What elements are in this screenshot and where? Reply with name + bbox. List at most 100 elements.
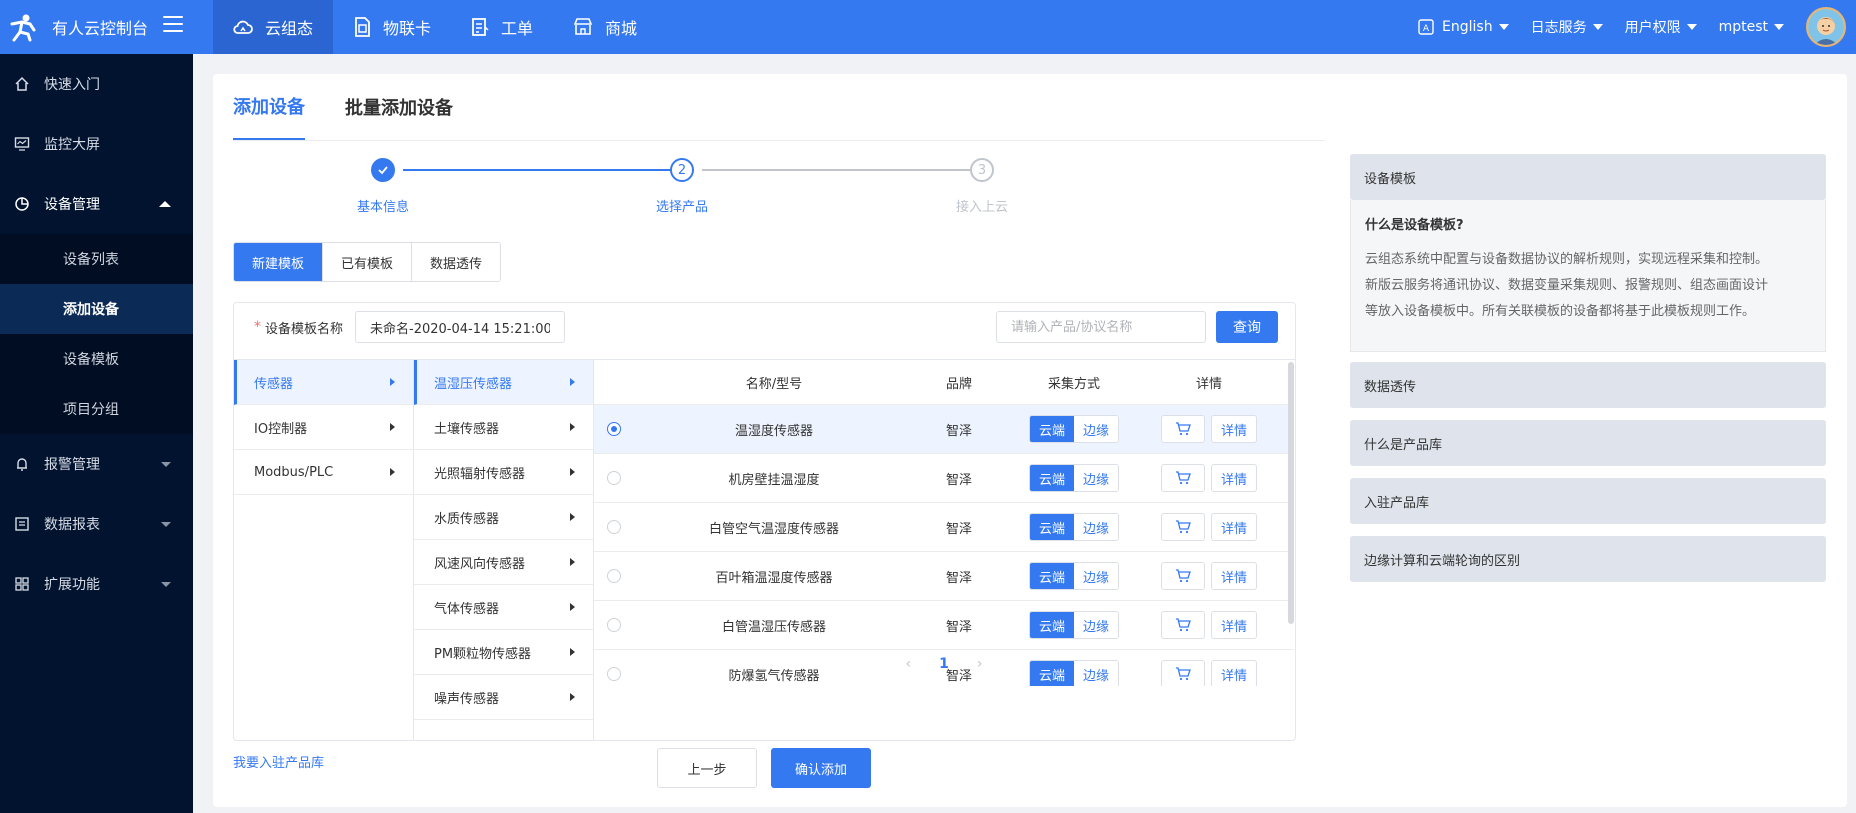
detail-button[interactable]: 详情 (1210, 415, 1257, 443)
sidebar-item-device-list[interactable]: 设备列表 (0, 234, 193, 284)
previous-step-button[interactable]: 上一步 (657, 748, 757, 788)
template-name-row: * 设备模板名称 (254, 311, 566, 343)
sidebar-item-quick-start[interactable]: 快速入门 (0, 54, 193, 114)
topnav-iot-card[interactable]: 物联卡 (333, 0, 451, 54)
subcategory-item[interactable]: 噪声传感器 (414, 675, 593, 720)
sidebar-item-project-group[interactable]: 项目分组 (0, 384, 193, 434)
table-row[interactable]: 温湿度传感器 智泽 云端 边缘 详情 (594, 405, 1294, 454)
help-paragraph: 云组态系统中配置与设备数据协议的解析规则，实现远程采集和控制。 (1365, 252, 1769, 267)
sidebar-item-device-management[interactable]: 设备管理 (0, 174, 193, 234)
tab-existing-template[interactable]: 已有模板 (323, 243, 413, 281)
help-panel: 设备模板 什么是设备模板? 云组态系统中配置与设备数据协议的解析规则，实现远程采… (1350, 154, 1826, 594)
category-item[interactable]: 传感器 (234, 360, 413, 405)
sidebar-item-device-template[interactable]: 设备模板 (0, 334, 193, 384)
step-1-label: 基本信息 (356, 200, 410, 215)
method-cloud-button[interactable]: 云端 (1029, 563, 1074, 589)
subcategory-item[interactable]: 气体传感器 (414, 585, 593, 630)
avatar-face-icon (1808, 9, 1844, 45)
detail-button[interactable]: 详情 (1210, 611, 1257, 639)
method-cloud-button[interactable]: 云端 (1029, 612, 1074, 638)
cart-button[interactable] (1160, 513, 1205, 541)
sidebar-item-data-report[interactable]: 数据报表 (0, 494, 193, 554)
cart-button[interactable] (1160, 415, 1205, 443)
subcategory-item[interactable]: 风速风向传感器 (414, 540, 593, 585)
sidebar-item-add-device[interactable]: 添加设备 (0, 284, 193, 334)
help-section-data-passthrough[interactable]: 数据透传 (1350, 362, 1826, 408)
category-list: 传感器 IO控制器 Modbus/PLC (234, 360, 414, 741)
page-number[interactable]: 1 (939, 656, 949, 672)
table-row[interactable]: 白管空气温湿度传感器 智泽 云端 边缘 详情 (594, 503, 1294, 552)
tab-new-template[interactable]: 新建模板 (234, 243, 324, 281)
caret-right-icon (570, 378, 575, 386)
product-search-input[interactable] (996, 311, 1206, 343)
log-service-menu[interactable]: 日志服务 (1531, 17, 1603, 37)
topnav-store[interactable]: 商城 (553, 0, 657, 54)
method-edge-button[interactable]: 边缘 (1074, 465, 1119, 491)
user-menu[interactable]: mptest (1719, 19, 1784, 35)
sidebar-item-label: 快速入门 (44, 77, 100, 93)
method-cloud-button[interactable]: 云端 (1029, 416, 1074, 442)
help-section-product-library[interactable]: 什么是产品库 (1350, 420, 1826, 466)
help-section-join-library[interactable]: 入驻产品库 (1350, 478, 1826, 524)
category-item[interactable]: Modbus/PLC (234, 450, 413, 495)
method-edge-button[interactable]: 边缘 (1074, 612, 1119, 638)
table-scrollbar[interactable] (1288, 360, 1294, 741)
cart-icon (1175, 520, 1191, 534)
category-label: Modbus/PLC (254, 464, 334, 480)
confirm-add-button[interactable]: 确认添加 (771, 748, 871, 788)
caret-right-icon (390, 378, 395, 386)
detail-button[interactable]: 详情 (1210, 562, 1257, 590)
row-radio[interactable] (607, 569, 621, 583)
topnav-work-order[interactable]: 工单 (451, 0, 553, 54)
subcategory-item[interactable]: PM颗粒物传感器 (414, 630, 593, 675)
sidebar-item-label: 数据报表 (44, 517, 100, 533)
detail-button[interactable]: 详情 (1210, 464, 1257, 492)
header-name: 名称/型号 (745, 376, 803, 392)
help-section-device-template[interactable]: 设备模板 (1350, 154, 1826, 200)
table-row[interactable]: 白管温湿压传感器 智泽 云端 边缘 详情 (594, 601, 1294, 650)
tab-data-passthrough[interactable]: 数据透传 (412, 243, 501, 281)
language-switch[interactable]: A English (1418, 19, 1509, 35)
method-edge-button[interactable]: 边缘 (1074, 563, 1119, 589)
chevron-down-icon (161, 462, 171, 467)
row-radio[interactable] (607, 520, 621, 534)
row-radio[interactable] (607, 422, 621, 436)
tab-add-device[interactable]: 添加设备 (233, 74, 305, 140)
sidebar-item-extensions[interactable]: 扩展功能 (0, 554, 193, 614)
subcategory-item[interactable]: 土壤传感器 (414, 405, 593, 450)
tab-batch-add-device[interactable]: 批量添加设备 (345, 74, 453, 140)
cart-button[interactable] (1160, 611, 1205, 639)
table-row[interactable]: 百叶箱温湿度传感器 智泽 云端 边缘 详情 (594, 552, 1294, 601)
topnav-cloud-config[interactable]: 云组态 (213, 0, 334, 54)
join-product-library-link[interactable]: 我要入驻产品库 (233, 752, 324, 771)
subcategory-item[interactable]: 温湿压传感器 (414, 360, 593, 405)
step-1-circle (371, 158, 395, 182)
category-item[interactable]: IO控制器 (234, 405, 413, 450)
avatar[interactable] (1806, 7, 1846, 47)
row-radio[interactable] (607, 618, 621, 632)
prev-page-button[interactable]: ‹ (906, 656, 912, 672)
chevron-down-icon (1592, 24, 1603, 30)
help-section-edge-vs-cloud[interactable]: 边缘计算和云端轮询的区别 (1350, 536, 1826, 582)
sidebar-item-alarm-management[interactable]: 报警管理 (0, 434, 193, 494)
template-name-input[interactable] (355, 311, 566, 343)
next-page-button[interactable]: › (977, 656, 983, 672)
menu-toggle-icon[interactable] (163, 16, 183, 32)
method-cloud-button[interactable]: 云端 (1029, 514, 1074, 540)
bell-icon (17, 458, 27, 471)
cart-button[interactable] (1160, 562, 1205, 590)
category-label: 传感器 (254, 376, 294, 392)
subcategory-item[interactable]: 水质传感器 (414, 495, 593, 540)
subcategory-item[interactable]: 光照辐射传感器 (414, 450, 593, 495)
template-mode-tabs: 新建模板 已有模板 数据透传 (233, 242, 502, 282)
method-edge-button[interactable]: 边缘 (1074, 416, 1119, 442)
detail-button[interactable]: 详情 (1210, 513, 1257, 541)
table-row[interactable]: 机房壁挂温湿度 智泽 云端 边缘 详情 (594, 454, 1294, 503)
query-button[interactable]: 查询 (1216, 311, 1278, 343)
method-edge-button[interactable]: 边缘 (1074, 514, 1119, 540)
user-permission-menu[interactable]: 用户权限 (1625, 17, 1697, 37)
cart-button[interactable] (1160, 464, 1205, 492)
method-cloud-button[interactable]: 云端 (1029, 465, 1074, 491)
sidebar-item-monitor-screen[interactable]: 监控大屏 (0, 114, 193, 174)
row-radio[interactable] (607, 471, 621, 485)
